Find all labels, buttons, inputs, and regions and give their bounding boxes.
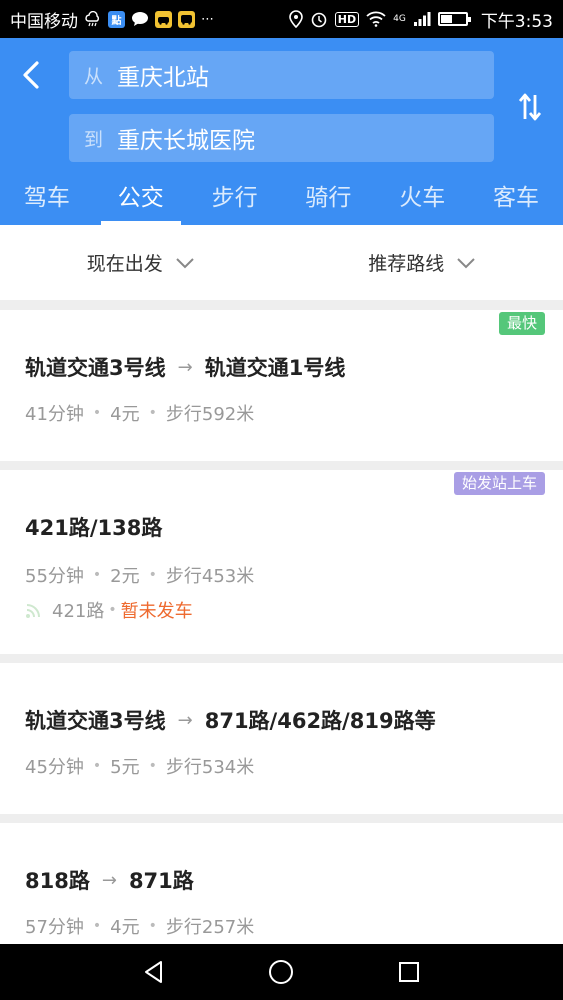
transfer-arrow-icon: → [177,709,193,731]
clock-label: 下午3:53 [480,11,553,32]
route-walk: 步行453米 [165,566,255,587]
route-walk: 步行534米 [165,757,255,778]
battery-fill [440,15,452,23]
weather-icon [84,11,102,27]
route-card[interactable]: 818路 → 871路 57分钟 • 4元 • 步行257米 [0,823,563,948]
system-nav-bar [0,944,563,1000]
fastest-badge: 最快 [498,312,545,335]
separator-dot: • [92,918,102,934]
tab-coach[interactable]: 客车 [469,177,563,225]
separator-dot: • [108,602,117,618]
route-fare: 5元 [110,757,140,778]
route-lines: 轨道交通3号线 → 轨道交通1号线 [25,352,345,382]
departure-time-label: 现在出发 [86,253,163,275]
more-notifications-icon: ⋯ [201,11,214,27]
transfer-arrow-icon: → [101,869,117,891]
wifi-icon [366,11,386,27]
triangle-back-icon [144,961,162,983]
carrier-label: 中国移动 [10,11,78,32]
route-fare: 4元 [110,917,140,938]
separator-dot: • [148,567,157,583]
route-line: 871路 [128,869,194,893]
back-arrow-icon [23,61,39,89]
route-strategy-label: 推荐路线 [368,253,445,275]
separator-dot: • [148,405,157,421]
separator-dot: • [148,918,157,934]
alarm-icon [310,10,328,28]
route-lines: 818路 → 871路 [25,865,194,895]
route-line: 轨道交通3号线 [25,356,166,380]
route-search-header: 从 重庆北站 到 重庆长城医院 驾车 公交 步行 骑行 火车 客车 [0,38,563,225]
separator-dot: • [92,758,102,774]
route-card[interactable]: 最快 轨道交通3号线 → 轨道交通1号线 41分钟 • 4元 • 步行592米 [0,310,563,461]
route-duration: 55分钟 [25,566,84,587]
network-type-label: 4G [393,13,406,24]
nav-home-button[interactable] [261,952,301,992]
back-button[interactable] [14,58,48,92]
route-meta: 45分钟 • 5元 • 步行534米 [25,753,254,779]
departure-time-dropdown[interactable]: 现在出发 [0,225,282,300]
battery-icon [437,12,471,26]
route-duration: 57分钟 [25,917,84,938]
hd-voice-icon: HD [334,11,360,27]
route-line: 421路/138路 [25,516,163,540]
realtime-line: 421路 [52,601,105,622]
chevron-down-icon [457,257,475,268]
route-card[interactable]: 始发站上车 421路/138路 55分钟 • 2元 • 步行453米 421路 … [0,470,563,654]
route-line: 轨道交通1号线 [204,356,346,380]
chat-icon [131,11,149,27]
route-duration: 45分钟 [25,757,84,778]
route-fare: 2元 [110,566,140,587]
origin-station-badge: 始发站上车 [453,472,545,495]
separator-dot: • [148,758,157,774]
tab-bike[interactable]: 骑行 [281,177,375,225]
tab-drive[interactable]: 驾车 [0,177,94,225]
route-line: 818路 [25,869,90,893]
route-duration: 41分钟 [25,404,84,425]
bus-app-icon [178,10,195,28]
taxi-app-icon [155,10,172,28]
network-type-icon: 4G [393,13,406,24]
separator-dot: • [92,405,102,421]
route-lines: 轨道交通3号线 → 871路/462路/819路等 [25,705,436,735]
swap-button[interactable] [513,90,547,124]
destination-value: 重庆长城医院 [117,128,255,154]
route-meta: 57分钟 • 4元 • 步行257米 [25,913,254,939]
square-recents-icon [399,962,420,982]
filter-bar: 现在出发 推荐路线 [0,225,563,300]
route-strategy-dropdown[interactable]: 推荐路线 [282,225,563,300]
tab-bus[interactable]: 公交 [94,177,188,225]
route-meta: 41分钟 • 4元 • 步行592米 [25,400,254,426]
transport-mode-tabs: 驾车 公交 步行 骑行 火车 客车 [0,177,563,225]
tab-train[interactable]: 火车 [375,177,469,225]
realtime-info: 421路 • 暂未发车 [25,597,193,623]
route-fare: 4元 [110,404,140,425]
route-meta: 55分钟 • 2元 • 步行453米 [25,562,254,588]
route-card[interactable]: 轨道交通3号线 → 871路/462路/819路等 45分钟 • 5元 • 步行… [0,663,563,814]
realtime-status: 暂未发车 [120,601,193,622]
tab-walk[interactable]: 步行 [188,177,282,225]
route-line: 871路/462路/819路等 [204,709,436,733]
origin-field[interactable]: 从 重庆北站 [69,51,494,99]
nav-recents-button[interactable] [389,952,429,992]
dianping-app-icon: 點 [108,10,125,28]
destination-prefix: 到 [84,128,104,151]
location-icon [288,10,303,28]
realtime-signal-icon [26,604,40,618]
circle-home-icon [269,960,294,984]
origin-value: 重庆北站 [117,65,209,91]
destination-field[interactable]: 到 重庆长城医院 [69,114,494,162]
transfer-arrow-icon: → [177,356,193,378]
route-walk: 步行257米 [165,917,255,938]
route-walk: 步行592米 [165,404,255,425]
chevron-down-icon [176,257,194,268]
nav-back-button[interactable] [134,952,174,992]
route-lines: 421路/138路 [25,512,162,542]
signal-icon [413,11,431,27]
swap-arrows-icon [518,93,542,121]
separator-dot: • [92,567,102,583]
status-bar: 中国移动 點 ⋯ HD 4G 下午3:53 [0,0,563,38]
origin-prefix: 从 [84,65,104,88]
route-line: 轨道交通3号线 [25,709,166,733]
